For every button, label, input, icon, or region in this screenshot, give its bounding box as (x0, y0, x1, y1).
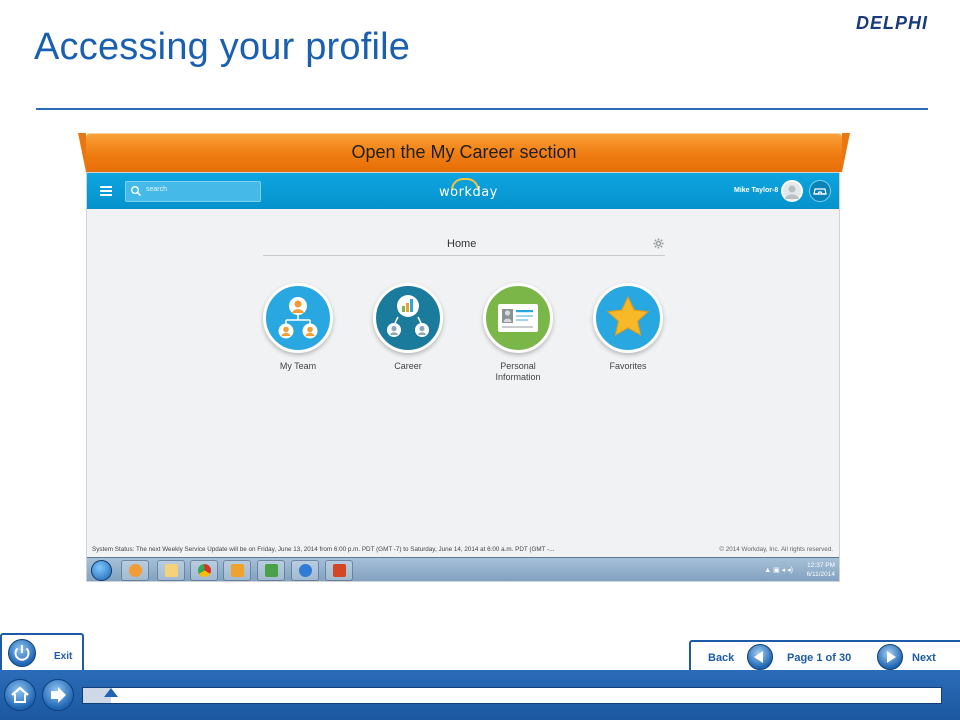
tile-favorites[interactable]: Favorites (583, 283, 673, 372)
tray-icons[interactable]: ▲ ▣ ◂ ◂) (764, 566, 793, 574)
exit-button[interactable]: Exit (54, 651, 72, 662)
progress-handle[interactable] (104, 688, 119, 697)
workday-header: search workday Mike Taylor-8 (87, 173, 839, 209)
tile-personal-information[interactable]: Personal Information (473, 283, 563, 383)
menu-icon[interactable] (97, 182, 115, 200)
tile-label: My Team (279, 361, 317, 371)
chrome-icon[interactable] (190, 560, 218, 581)
clock-date: 6/11/2014 (806, 571, 835, 578)
forward-icon[interactable] (42, 679, 74, 711)
power-icon[interactable] (8, 639, 36, 667)
personal-information-icon (483, 283, 553, 353)
system-status-text: System Status: The next Weekly Service U… (92, 546, 555, 553)
tile-career[interactable]: Career (363, 283, 453, 372)
powerpoint-icon[interactable] (325, 560, 353, 581)
tile-label: Personal Information (495, 361, 541, 382)
my-team-icon (263, 283, 333, 353)
instruction-banner: Open the My Career section (78, 133, 850, 172)
start-button[interactable] (91, 560, 112, 581)
clock[interactable]: 12:37 PM 6/11/2014 (807, 561, 835, 579)
instruction-text: Open the My Career section (351, 142, 577, 162)
copyright-text: © 2014 Workday, Inc. All rights reserved… (719, 546, 833, 553)
delphi-logo: DELPHI (855, 13, 928, 33)
progress-bar[interactable] (82, 687, 942, 704)
page-indicator: Page 1 of 30 (787, 652, 852, 664)
lync-icon[interactable] (257, 560, 285, 581)
media-player-icon[interactable] (121, 560, 149, 581)
exit-panel: Exit (0, 633, 84, 671)
title-divider (36, 108, 928, 110)
home-divider (263, 255, 665, 256)
internet-explorer-icon[interactable] (291, 560, 319, 581)
avatar[interactable] (781, 180, 803, 202)
tile-label: Career (394, 361, 422, 371)
back-button[interactable]: Back (708, 652, 734, 664)
career-icon (373, 283, 443, 353)
inbox-icon[interactable] (809, 180, 831, 202)
home-icon[interactable] (4, 679, 36, 711)
slide-title: Accessing your profile (34, 26, 411, 68)
user-name[interactable]: Mike Taylor-8 (734, 187, 778, 194)
home-label: Home (447, 238, 477, 250)
tile-label: Favorites (609, 361, 647, 371)
search-placeholder: search (146, 186, 168, 193)
player-bar (0, 670, 960, 720)
navigation-panel: Back Page 1 of 30 Next (689, 640, 960, 672)
tile-my-team[interactable]: My Team (253, 283, 343, 372)
gear-icon[interactable] (653, 238, 664, 249)
windows-taskbar: ▲ ▣ ◂ ◂) 12:37 PM 6/11/2014 (87, 557, 839, 581)
back-arrow-icon[interactable] (747, 644, 773, 670)
next-arrow-icon[interactable] (877, 644, 903, 670)
workday-screenshot: search workday Mike Taylor-8 Home My Tea… (86, 172, 840, 582)
search-input[interactable]: search (125, 181, 261, 202)
next-button[interactable]: Next (912, 652, 936, 664)
search-icon (130, 185, 142, 197)
clock-time: 12:37 PM (807, 562, 835, 569)
favorites-icon (593, 283, 663, 353)
workday-logo: workday (439, 185, 498, 200)
file-explorer-icon[interactable] (157, 560, 185, 581)
outlook-icon[interactable] (223, 560, 251, 581)
